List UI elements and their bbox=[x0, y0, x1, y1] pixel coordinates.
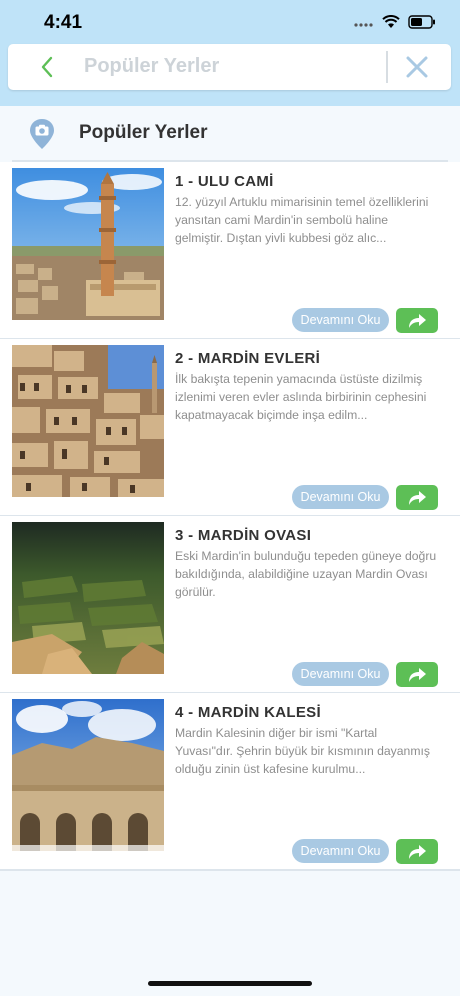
place-title[interactable]: 3 - MARDİN OVASI bbox=[175, 527, 311, 544]
status-time: 4:41 bbox=[44, 12, 83, 33]
status-icons bbox=[354, 15, 436, 29]
place-card[interactable]: 4 - MARDİN KALESİ Mardin Kalesinin diğer… bbox=[0, 693, 460, 871]
cellular-signal-icon bbox=[354, 23, 373, 27]
share-arrow-icon bbox=[409, 491, 426, 505]
battery-icon bbox=[408, 15, 435, 29]
location-camera-icon bbox=[30, 119, 54, 149]
place-description: İlk bakışta tepenin yamacında üstüste di… bbox=[175, 372, 427, 422]
place-title[interactable]: 4 - MARDİN KALESİ bbox=[175, 704, 321, 721]
share-button[interactable] bbox=[396, 485, 438, 510]
card-divider bbox=[0, 869, 460, 871]
close-button[interactable] bbox=[405, 55, 429, 79]
read-more-button[interactable]: Devamını Oku bbox=[292, 485, 389, 509]
share-button[interactable] bbox=[396, 308, 438, 333]
home-indicator[interactable] bbox=[148, 981, 312, 986]
share-arrow-icon bbox=[409, 845, 426, 859]
place-title[interactable]: 1 - ULU CAMİ bbox=[175, 173, 274, 190]
place-card[interactable]: 3 - MARDİN OVASI Eski Mardin'in bulunduğ… bbox=[0, 516, 460, 694]
share-arrow-icon bbox=[409, 668, 426, 682]
share-button[interactable] bbox=[396, 839, 438, 864]
place-thumbnail-ulu-cami[interactable] bbox=[12, 168, 164, 320]
header-title: Popüler Yerler bbox=[84, 55, 220, 77]
place-thumbnail-mardin-kalesi[interactable] bbox=[12, 699, 164, 851]
share-button[interactable] bbox=[396, 662, 438, 687]
read-more-button[interactable]: Devamını Oku bbox=[292, 308, 389, 332]
place-card[interactable]: 1 - ULU CAMİ 12. yüzyıl Artuklu mimarisi… bbox=[0, 162, 460, 340]
read-more-button[interactable]: Devamını Oku bbox=[292, 839, 389, 863]
chevron-left-icon bbox=[41, 56, 53, 78]
close-icon bbox=[406, 56, 428, 78]
section-header: Popüler Yerler bbox=[0, 106, 460, 160]
place-thumbnail-mardin-ovasi[interactable] bbox=[12, 522, 164, 674]
header-bar: Popüler Yerler bbox=[8, 44, 451, 90]
place-description: 12. yüzyıl Artuklu mimarisinin temel öze… bbox=[175, 195, 429, 245]
back-button[interactable] bbox=[36, 55, 60, 79]
share-arrow-icon bbox=[409, 314, 426, 328]
place-thumbnail-mardin-evleri[interactable] bbox=[12, 345, 164, 497]
place-description: Mardin Kalesinin diğer bir ismi "Kartal … bbox=[175, 726, 430, 776]
place-card[interactable]: 2 - MARDİN EVLERİ İlk bakışta tepenin ya… bbox=[0, 339, 460, 517]
status-bar: 4:41 bbox=[0, 0, 460, 44]
wifi-icon bbox=[382, 15, 400, 28]
header-divider bbox=[386, 51, 388, 83]
section-title: Popüler Yerler bbox=[79, 122, 208, 143]
read-more-button[interactable]: Devamını Oku bbox=[292, 662, 389, 686]
place-description: Eski Mardin'in bulunduğu tepeden güneye … bbox=[175, 549, 437, 599]
place-title[interactable]: 2 - MARDİN EVLERİ bbox=[175, 350, 320, 367]
